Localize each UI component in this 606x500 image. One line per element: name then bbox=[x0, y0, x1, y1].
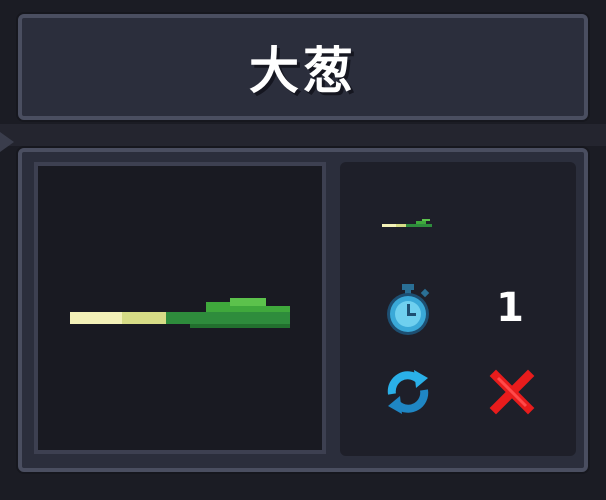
stopwatch-icon bbox=[387, 284, 430, 335]
item-preview-box bbox=[34, 162, 326, 454]
scallion-icon bbox=[70, 298, 294, 334]
item-detail-panel: 1 bbox=[18, 148, 588, 472]
background-strip bbox=[0, 124, 606, 146]
title-panel: 大葱 bbox=[18, 14, 588, 120]
background-arrow-marker bbox=[0, 132, 14, 152]
close-icon[interactable] bbox=[488, 368, 536, 416]
item-info-box: 1 bbox=[340, 162, 576, 456]
scallion-small-icon bbox=[382, 218, 434, 230]
refresh-icon[interactable] bbox=[382, 366, 434, 418]
item-count: 1 bbox=[496, 285, 524, 331]
item-name-title: 大葱 bbox=[249, 42, 357, 100]
